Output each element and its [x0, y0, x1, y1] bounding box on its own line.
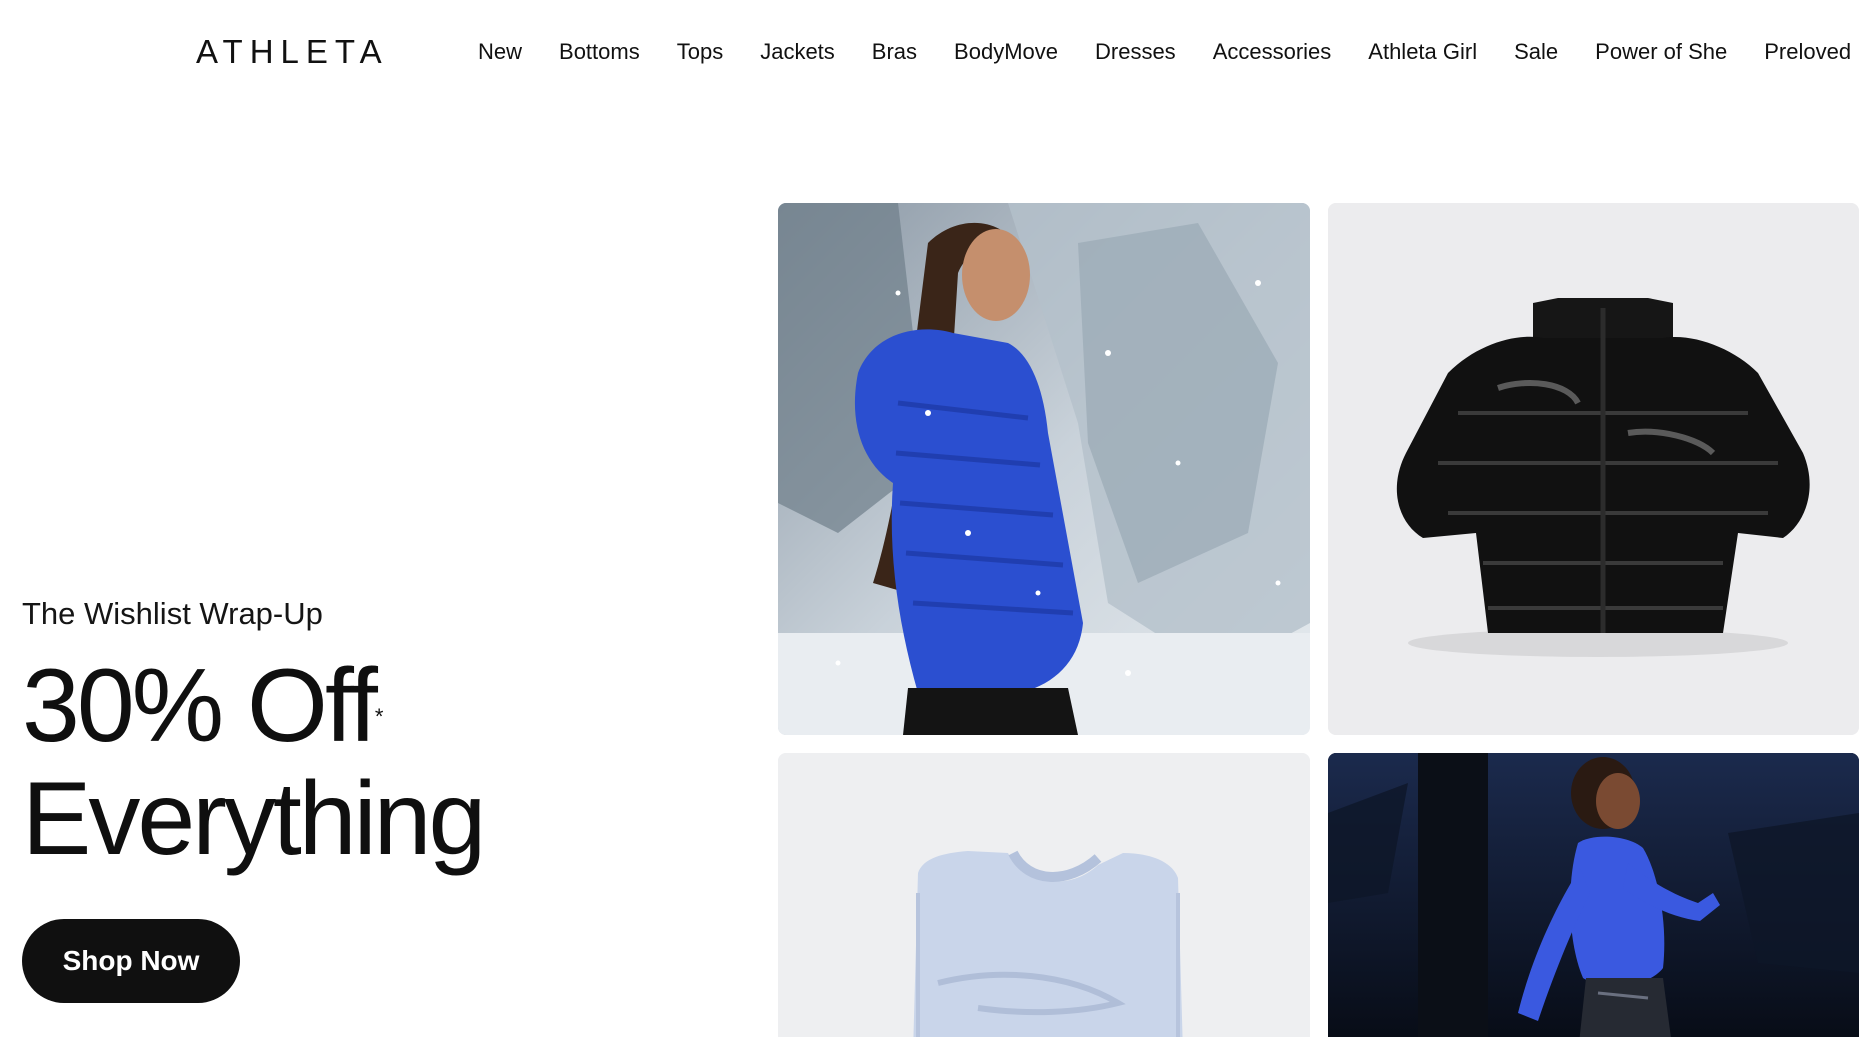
tile-woman-running-blue-top[interactable]	[1328, 753, 1859, 1037]
lifestyle-photo-icon	[778, 203, 1310, 735]
promo-headline: 30% Off* Everything	[22, 650, 486, 877]
nav-item-bottoms[interactable]: Bottoms	[559, 34, 640, 70]
nav-item-bodymove[interactable]: BodyMove	[954, 34, 1058, 70]
nav-item-bras[interactable]: Bras	[872, 34, 917, 70]
nav-item-new[interactable]: New	[478, 34, 522, 70]
lifestyle-photo-icon	[1328, 753, 1859, 1037]
promo-eyebrow: The Wishlist Wrap-Up	[22, 596, 323, 631]
athleta-logo[interactable]: ATHLETA	[196, 32, 382, 72]
headline-line-1: 30% Off*	[22, 650, 483, 763]
main-nav: New Bottoms Tops Jackets Bras BodyMove D…	[478, 34, 1870, 70]
headline-asterisk: *	[374, 704, 384, 729]
nav-item-jackets[interactable]: Jackets	[760, 34, 835, 70]
headline-line-2: Everything	[22, 761, 486, 877]
nav-item-preloved[interactable]: Preloved	[1764, 34, 1851, 70]
headline-offer: 30% Off	[22, 648, 378, 764]
tile-black-puffer-jacket[interactable]	[1328, 203, 1859, 735]
nav-item-power-of-she[interactable]: Power of She	[1595, 34, 1727, 70]
nav-item-tops[interactable]: Tops	[677, 34, 723, 70]
nav-item-accessories[interactable]: Accessories	[1213, 34, 1332, 70]
product-photo-icon	[1328, 203, 1859, 735]
tile-light-blue-sweatshirt[interactable]	[778, 753, 1310, 1037]
site-header: ATHLETA New Bottoms Tops Jackets Bras Bo…	[0, 0, 1870, 104]
nav-item-sale[interactable]: Sale	[1514, 34, 1558, 70]
tile-woman-blue-puffer[interactable]	[778, 203, 1310, 735]
shop-now-button[interactable]: Shop Now	[22, 919, 240, 1003]
nav-item-athleta-girl[interactable]: Athleta Girl	[1368, 34, 1477, 70]
nav-item-dresses[interactable]: Dresses	[1095, 34, 1176, 70]
product-photo-icon	[778, 753, 1310, 1037]
